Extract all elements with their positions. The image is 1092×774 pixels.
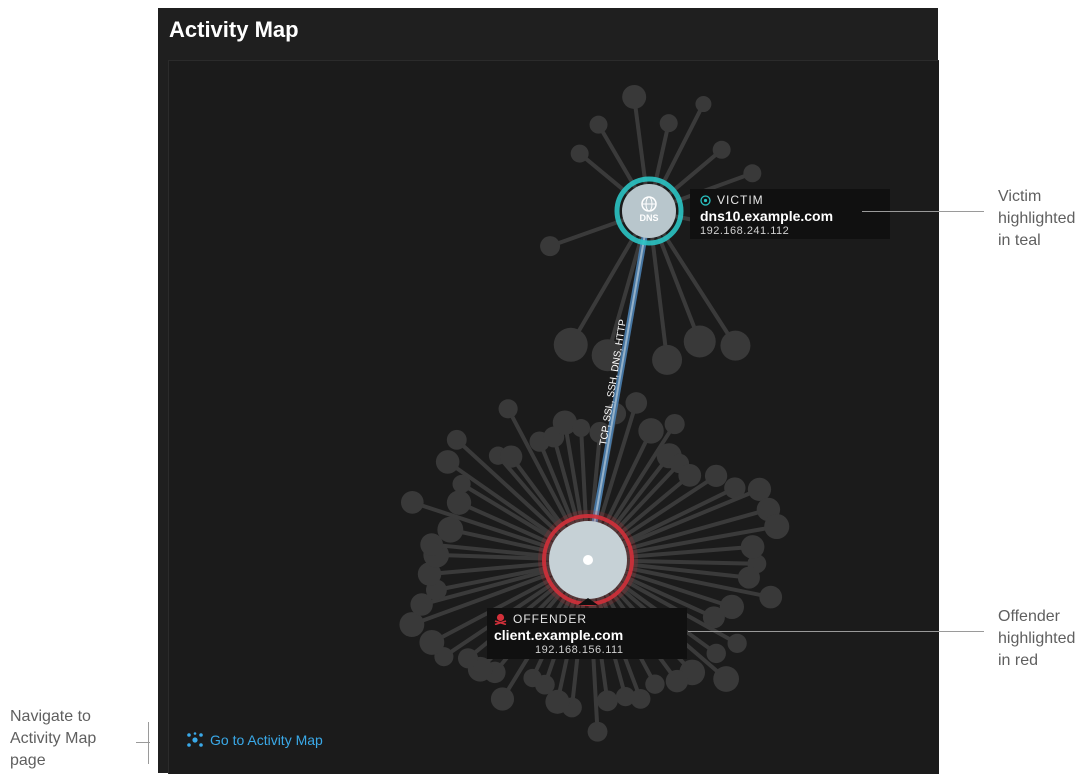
victim-annotation: Victim highlighted in teal xyxy=(998,188,1076,249)
background-node[interactable] xyxy=(747,477,772,502)
offender-role: OFFENDER xyxy=(513,612,587,626)
skull-icon xyxy=(494,613,507,625)
background-node[interactable] xyxy=(570,144,589,163)
background-node[interactable] xyxy=(523,668,542,688)
background-node[interactable] xyxy=(683,325,716,358)
background-node[interactable] xyxy=(712,140,731,159)
background-node[interactable] xyxy=(490,687,515,711)
activity-map-icon xyxy=(187,732,203,747)
offender-node[interactable] xyxy=(538,510,638,610)
background-node[interactable] xyxy=(740,535,765,559)
offender-ip: 192.168.156.111 xyxy=(535,644,624,656)
background-node[interactable] xyxy=(446,429,467,450)
background-node[interactable] xyxy=(435,450,460,474)
background-node[interactable] xyxy=(419,629,445,655)
background-node[interactable] xyxy=(540,236,561,257)
background-node[interactable] xyxy=(759,585,783,609)
background-node[interactable] xyxy=(727,633,747,653)
victim-node-label: DNS xyxy=(639,213,658,223)
background-node[interactable] xyxy=(659,114,678,133)
background-node[interactable] xyxy=(720,330,751,361)
background-node[interactable] xyxy=(400,491,424,514)
background-node[interactable] xyxy=(615,686,636,707)
background-node[interactable] xyxy=(743,164,762,183)
background-node[interactable] xyxy=(500,445,523,468)
background-node[interactable] xyxy=(713,666,740,692)
background-node[interactable] xyxy=(587,721,608,742)
victim-label-box: VICTIM dns10.example.com 192.168.241.112 xyxy=(690,189,890,239)
background-node[interactable] xyxy=(457,648,479,669)
background-node[interactable] xyxy=(665,669,689,693)
background-node[interactable] xyxy=(596,690,618,712)
victim-ip: 192.168.241.112 xyxy=(700,225,790,237)
victim-callout-line xyxy=(862,211,984,212)
background-node[interactable] xyxy=(638,418,664,444)
background-node[interactable] xyxy=(678,463,702,487)
background-node[interactable] xyxy=(695,96,712,113)
background-node[interactable] xyxy=(437,516,464,543)
victim-role-row: VICTIM xyxy=(700,193,890,207)
background-node[interactable] xyxy=(664,414,685,435)
background-node[interactable] xyxy=(622,84,647,109)
background-node[interactable] xyxy=(589,115,608,134)
offender-node-center xyxy=(583,555,593,565)
offender-annotation: Offender highlighted in red xyxy=(998,608,1076,669)
background-node[interactable] xyxy=(706,643,726,664)
offender-role-row: OFFENDER xyxy=(494,612,687,626)
victim-node[interactable]: DNS xyxy=(614,176,684,246)
background-node[interactable] xyxy=(446,490,472,515)
background-node[interactable] xyxy=(498,399,518,419)
offender-label-box: OFFENDER client.example.com 192.168.156.… xyxy=(487,608,687,659)
background-node[interactable] xyxy=(625,392,648,414)
background-node[interactable] xyxy=(572,419,591,438)
go-to-activity-map-label: Go to Activity Map xyxy=(210,732,323,748)
background-node[interactable] xyxy=(764,513,790,540)
offender-hostname[interactable]: client.example.com xyxy=(494,627,687,643)
target-icon xyxy=(700,194,711,206)
background-node[interactable] xyxy=(399,612,425,637)
background-node[interactable] xyxy=(553,327,588,362)
navigate-annotation: Navigate to Activity Map page xyxy=(10,708,97,769)
background-node[interactable] xyxy=(704,464,728,488)
offender-callout-line xyxy=(688,631,984,632)
background-node[interactable] xyxy=(652,344,683,375)
background-node[interactable] xyxy=(645,674,665,694)
navigate-callout-line-v xyxy=(148,722,149,764)
activity-map-panel: Activity Map TCP, SSL, SSH, DNS, HTTP DN… xyxy=(158,8,939,774)
victim-role: VICTIM xyxy=(717,193,764,207)
go-to-activity-map-link[interactable]: Go to Activity Map xyxy=(186,732,323,748)
background-node[interactable] xyxy=(737,566,760,589)
